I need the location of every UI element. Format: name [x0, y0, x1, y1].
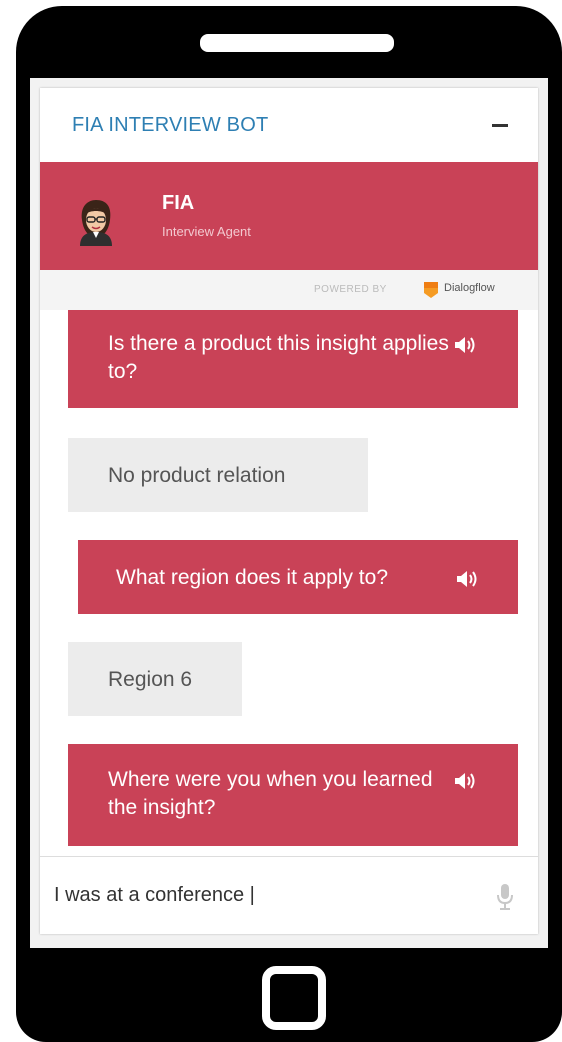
chat-widget: FIA INTERVIEW BOT FIA Interview Agent PO… — [40, 88, 538, 934]
agent-role: Interview Agent — [162, 224, 251, 239]
phone-screen: FIA INTERVIEW BOT FIA Interview Agent PO… — [30, 78, 548, 948]
message-input-bar — [40, 856, 538, 934]
user-message: No product relation — [68, 438, 368, 512]
bot-message: What region does it apply to? — [78, 540, 518, 614]
phone-speaker — [200, 34, 394, 52]
speaker-icon[interactable] — [454, 336, 480, 354]
dialogflow-logo-icon — [424, 282, 438, 298]
powered-by-label: POWERED BY — [314, 284, 387, 295]
message-text: Where were you when you learned the insi… — [108, 768, 433, 819]
dialogflow-brand: Dialogflow — [444, 282, 495, 294]
home-button[interactable] — [262, 966, 326, 1030]
message-text: Is there a product this insight applies … — [108, 332, 449, 383]
message-text: Region 6 — [108, 668, 193, 691]
minimize-icon[interactable] — [492, 124, 508, 127]
agent-name: FIA — [162, 192, 195, 214]
microphone-icon[interactable] — [496, 883, 514, 911]
widget-title-bar: FIA INTERVIEW BOT — [40, 88, 538, 162]
bot-message: Where were you when you learned the insi… — [68, 744, 518, 846]
user-message: Region 6 — [68, 642, 242, 716]
speaker-icon[interactable] — [454, 772, 480, 790]
widget-title: FIA INTERVIEW BOT — [72, 114, 269, 136]
bot-message: Is there a product this insight applies … — [68, 310, 518, 408]
agent-avatar-icon — [80, 200, 112, 246]
speaker-icon[interactable] — [456, 570, 482, 588]
powered-by-bar: POWERED BY Dialogflow — [40, 270, 538, 310]
message-text: What region does it apply to? — [116, 566, 388, 589]
agent-header: FIA Interview Agent — [40, 162, 538, 270]
phone-frame: FIA INTERVIEW BOT FIA Interview Agent PO… — [16, 6, 562, 1042]
message-input[interactable] — [54, 877, 474, 913]
message-text: No product relation — [108, 464, 286, 487]
